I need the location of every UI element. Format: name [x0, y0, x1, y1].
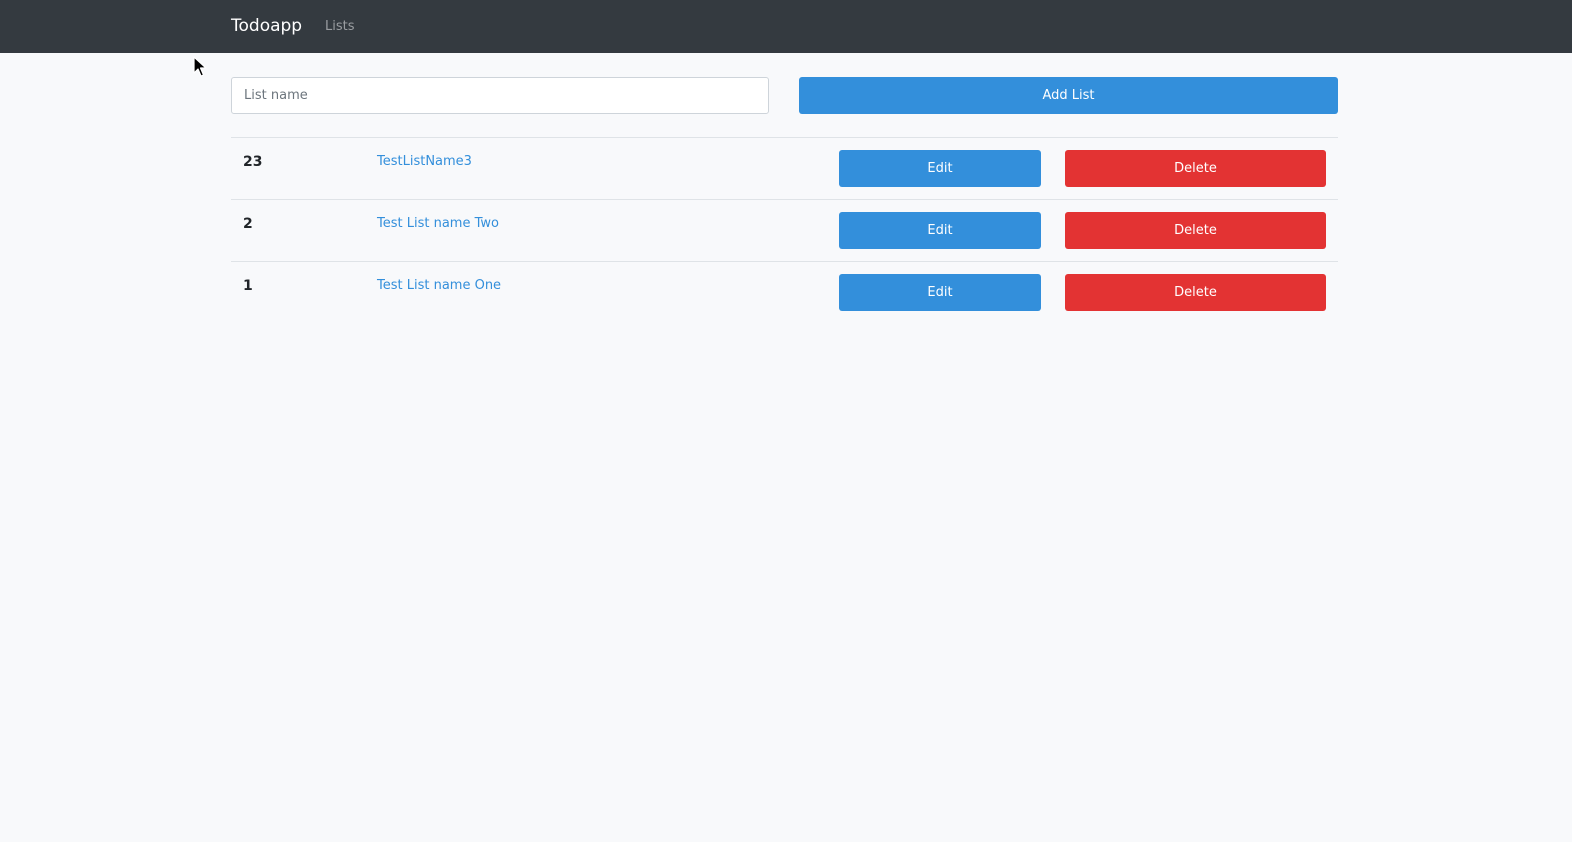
list-id: 1: [243, 278, 253, 294]
delete-button[interactable]: Delete: [1065, 150, 1326, 187]
list-id: 2: [243, 216, 253, 232]
mouse-pointer-icon: [193, 56, 207, 77]
table-row: 2 Test List name Two Edit Delete: [231, 199, 1338, 261]
list-name-input[interactable]: [231, 77, 769, 114]
edit-button[interactable]: Edit: [839, 150, 1041, 187]
delete-button[interactable]: Delete: [1065, 274, 1326, 311]
lists-table: 23 TestListName3 Edit Delete 2 Test List…: [231, 137, 1338, 323]
edit-button[interactable]: Edit: [839, 212, 1041, 249]
delete-button[interactable]: Delete: [1065, 212, 1326, 249]
edit-button[interactable]: Edit: [839, 274, 1041, 311]
list-name-link[interactable]: Test List name Two: [377, 214, 499, 234]
list-name-link[interactable]: Test List name One: [377, 276, 501, 296]
table-row: 1 Test List name One Edit Delete: [231, 261, 1338, 323]
brand-link[interactable]: Todoapp: [231, 14, 302, 38]
add-list-button[interactable]: Add List: [799, 77, 1338, 114]
navbar: Todoapp Lists: [0, 0, 1572, 53]
list-name-link[interactable]: TestListName3: [377, 152, 472, 172]
nav-link-lists[interactable]: Lists: [325, 17, 355, 37]
list-id: 23: [243, 154, 263, 170]
table-row: 23 TestListName3 Edit Delete: [231, 137, 1338, 199]
